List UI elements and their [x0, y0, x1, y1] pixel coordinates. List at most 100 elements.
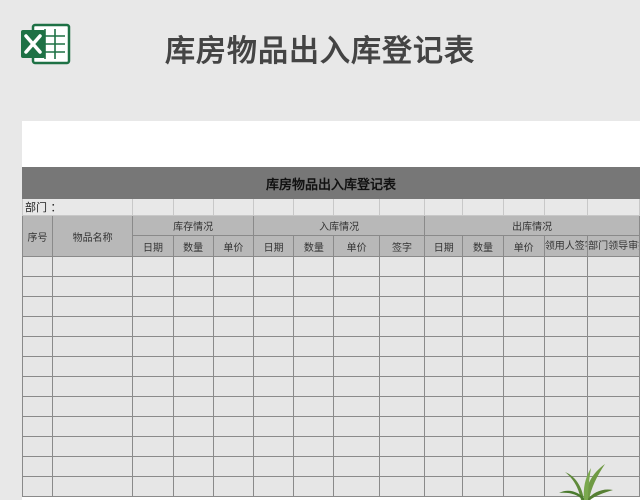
cell[interactable]: [543, 356, 589, 377]
cell[interactable]: [212, 436, 255, 457]
cell[interactable]: [293, 198, 335, 216]
cell[interactable]: [424, 416, 464, 437]
cell[interactable]: [462, 396, 504, 417]
cell[interactable]: [172, 336, 214, 357]
cell[interactable]: [51, 376, 134, 397]
cell[interactable]: [502, 316, 545, 337]
cell[interactable]: [424, 476, 464, 497]
cell[interactable]: [252, 316, 295, 337]
cell[interactable]: [252, 276, 295, 297]
cell[interactable]: [378, 276, 426, 297]
cell[interactable]: [172, 256, 214, 277]
cell[interactable]: [22, 296, 53, 317]
cell[interactable]: [543, 416, 589, 437]
cell[interactable]: [378, 416, 426, 437]
cell[interactable]: [172, 356, 214, 377]
cell[interactable]: [502, 256, 545, 277]
cell[interactable]: [132, 198, 174, 216]
cell[interactable]: [333, 296, 380, 317]
cell[interactable]: [462, 296, 504, 317]
cell[interactable]: [424, 356, 464, 377]
cell[interactable]: [22, 276, 53, 297]
cell[interactable]: [587, 336, 640, 357]
cell[interactable]: [502, 416, 545, 437]
cell[interactable]: [424, 296, 464, 317]
cell[interactable]: [51, 316, 134, 337]
cell[interactable]: [587, 276, 640, 297]
cell[interactable]: [333, 316, 380, 337]
cell[interactable]: [293, 276, 335, 297]
cell[interactable]: [51, 296, 134, 317]
cell[interactable]: [22, 396, 53, 417]
cell[interactable]: [252, 476, 295, 497]
cell[interactable]: [293, 256, 335, 277]
cell[interactable]: [424, 256, 464, 277]
cell[interactable]: [502, 296, 545, 317]
cell[interactable]: [22, 336, 53, 357]
cell[interactable]: [424, 396, 464, 417]
cell[interactable]: [543, 396, 589, 417]
cell[interactable]: [543, 256, 589, 277]
cell[interactable]: [252, 336, 295, 357]
cell[interactable]: [424, 376, 464, 397]
cell[interactable]: [51, 436, 134, 457]
cell[interactable]: [502, 436, 545, 457]
cell[interactable]: [172, 456, 214, 477]
cell[interactable]: [543, 198, 589, 216]
cell[interactable]: [462, 416, 504, 437]
cell[interactable]: [333, 256, 380, 277]
cell[interactable]: [252, 436, 295, 457]
cell[interactable]: [252, 356, 295, 377]
cell[interactable]: [293, 476, 335, 497]
cell[interactable]: [293, 396, 335, 417]
cell[interactable]: [172, 476, 214, 497]
cell[interactable]: [212, 476, 255, 497]
cell[interactable]: [462, 316, 504, 337]
cell[interactable]: [252, 396, 295, 417]
cell[interactable]: [51, 456, 134, 477]
cell[interactable]: [212, 376, 255, 397]
cell[interactable]: [132, 296, 174, 317]
cell[interactable]: [172, 316, 214, 337]
cell[interactable]: [172, 396, 214, 417]
cell[interactable]: [424, 198, 464, 216]
cell[interactable]: [293, 316, 335, 337]
cell[interactable]: [378, 316, 426, 337]
cell[interactable]: [587, 356, 640, 377]
cell[interactable]: [22, 436, 53, 457]
cell[interactable]: [502, 198, 545, 216]
cell[interactable]: [212, 276, 255, 297]
cell[interactable]: [252, 416, 295, 437]
cell[interactable]: [462, 276, 504, 297]
cell[interactable]: [333, 198, 380, 216]
cell[interactable]: [51, 416, 134, 437]
cell[interactable]: [424, 336, 464, 357]
cell[interactable]: [378, 376, 426, 397]
cell[interactable]: [172, 198, 214, 216]
cell[interactable]: [333, 356, 380, 377]
cell[interactable]: [378, 256, 426, 277]
cell[interactable]: [462, 336, 504, 357]
cell[interactable]: [424, 456, 464, 477]
cell[interactable]: [502, 476, 545, 497]
cell[interactable]: [212, 316, 255, 337]
cell[interactable]: [424, 436, 464, 457]
cell[interactable]: [132, 356, 174, 377]
cell[interactable]: [462, 256, 504, 277]
cell[interactable]: [587, 316, 640, 337]
cell[interactable]: [378, 198, 426, 216]
cell[interactable]: [132, 456, 174, 477]
cell[interactable]: [293, 356, 335, 377]
cell[interactable]: [378, 296, 426, 317]
cell[interactable]: [51, 356, 134, 377]
cell[interactable]: [22, 476, 53, 497]
cell[interactable]: [132, 336, 174, 357]
cell[interactable]: [212, 456, 255, 477]
cell[interactable]: [543, 316, 589, 337]
cell[interactable]: [132, 276, 174, 297]
cell[interactable]: [212, 256, 255, 277]
cell[interactable]: [22, 416, 53, 437]
cell[interactable]: [543, 276, 589, 297]
cell[interactable]: [462, 376, 504, 397]
cell[interactable]: [51, 476, 134, 497]
